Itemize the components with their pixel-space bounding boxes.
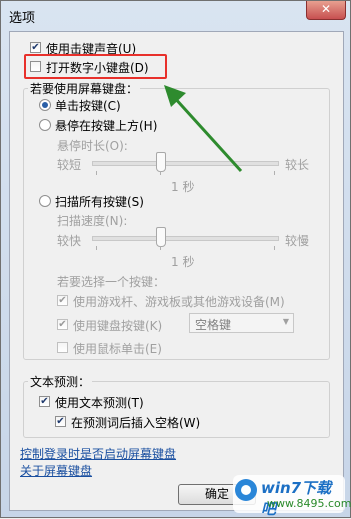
arrow-shaft <box>171 94 243 173</box>
watermark-url: www.8495.com <box>267 497 351 510</box>
win7-logo-icon <box>235 479 257 501</box>
site-watermark: win7下载吧 www.8495.com <box>233 475 351 518</box>
options-dialog: 选项 ✕ ✔ 使用击键声音(U) 打开数字小键盘(D) 若要使用屏幕键盘： 单击… <box>0 0 351 518</box>
arrow-head <box>164 85 186 107</box>
annotation-arrow <box>164 85 243 173</box>
